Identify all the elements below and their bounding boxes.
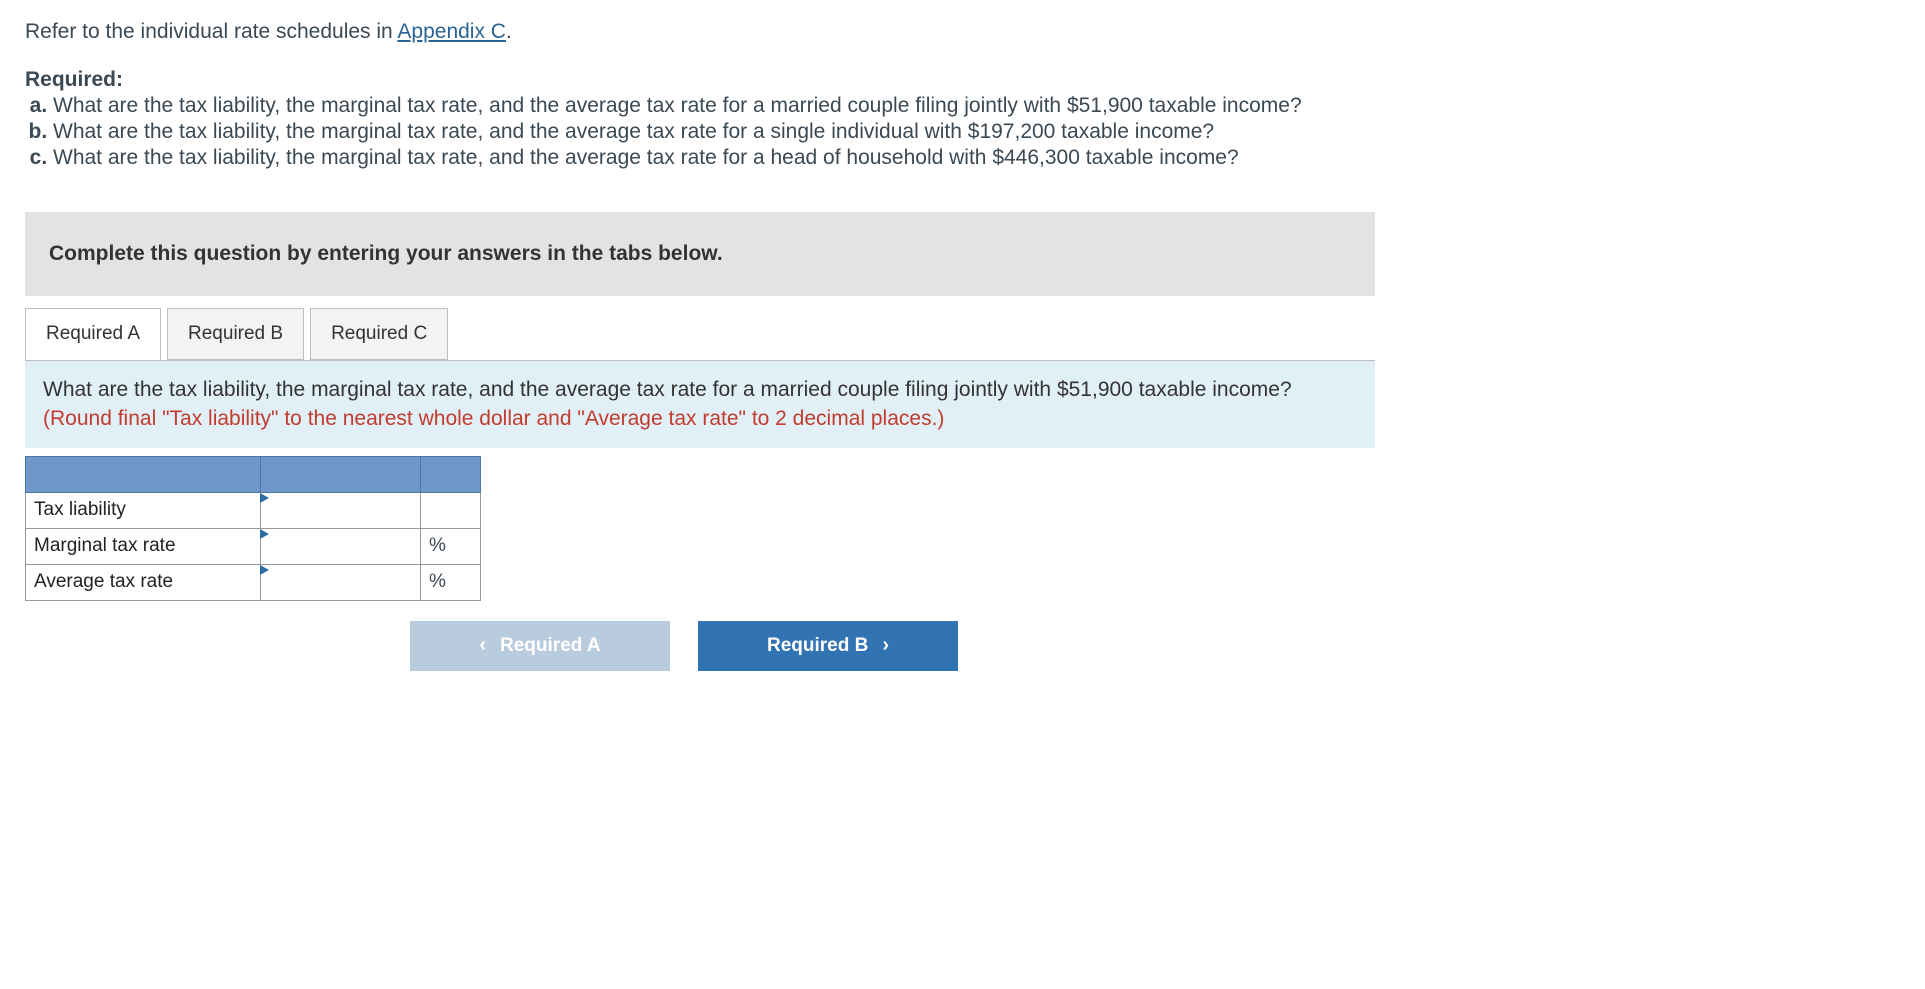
table-header-row <box>26 456 481 492</box>
table-header-blank-1 <box>26 456 261 492</box>
next-button[interactable]: Required B › <box>698 621 958 671</box>
tabs-row: Required A Required B Required C <box>25 308 1375 360</box>
required-item-a: What are the tax liability, the marginal… <box>53 94 1900 120</box>
required-item-c: What are the tax liability, the marginal… <box>53 146 1900 172</box>
tab-required-a[interactable]: Required A <box>25 308 161 360</box>
table-header-blank-3 <box>421 456 481 492</box>
appendix-link[interactable]: Appendix C <box>397 20 506 43</box>
required-item-b: What are the tax liability, the marginal… <box>53 120 1900 146</box>
instruction-bar: Complete this question by entering your … <box>25 212 1375 296</box>
unit-tax-liability <box>421 492 481 528</box>
table-row: Tax liability <box>26 492 481 528</box>
input-average-rate[interactable] <box>261 564 421 600</box>
input-tax-liability[interactable] <box>261 492 421 528</box>
next-button-label: Required B <box>767 635 868 657</box>
tab-required-c[interactable]: Required C <box>310 308 448 360</box>
table-row: Average tax rate % <box>26 564 481 600</box>
table-header-blank-2 <box>261 456 421 492</box>
prev-button[interactable]: ‹ Required A <box>410 621 670 671</box>
nav-row: ‹ Required A Required B › <box>25 621 1375 671</box>
intro-text: Refer to the individual rate schedules i… <box>25 20 1900 44</box>
required-list: What are the tax liability, the marginal… <box>25 94 1900 172</box>
input-marginal-rate[interactable] <box>261 528 421 564</box>
tab-required-b[interactable]: Required B <box>167 308 304 360</box>
prompt-panel: What are the tax liability, the marginal… <box>25 360 1375 448</box>
intro-prefix: Refer to the individual rate schedules i… <box>25 20 397 43</box>
row-label-average-rate: Average tax rate <box>26 564 261 600</box>
chevron-left-icon: ‹ <box>479 634 486 657</box>
unit-average-rate: % <box>421 564 481 600</box>
unit-marginal-rate: % <box>421 528 481 564</box>
required-block: Required: What are the tax liability, th… <box>25 68 1900 172</box>
row-label-marginal-rate: Marginal tax rate <box>26 528 261 564</box>
prompt-question: What are the tax liability, the marginal… <box>43 378 1292 401</box>
chevron-right-icon: › <box>882 634 889 657</box>
prev-button-label: Required A <box>500 635 601 657</box>
prompt-hint: (Round final "Tax liability" to the near… <box>43 407 944 430</box>
row-label-tax-liability: Tax liability <box>26 492 261 528</box>
answer-table: Tax liability Marginal tax rate % Averag… <box>25 456 481 601</box>
table-row: Marginal tax rate % <box>26 528 481 564</box>
required-heading: Required: <box>25 68 1900 92</box>
answer-area: Complete this question by entering your … <box>25 212 1375 671</box>
intro-suffix: . <box>506 20 512 43</box>
